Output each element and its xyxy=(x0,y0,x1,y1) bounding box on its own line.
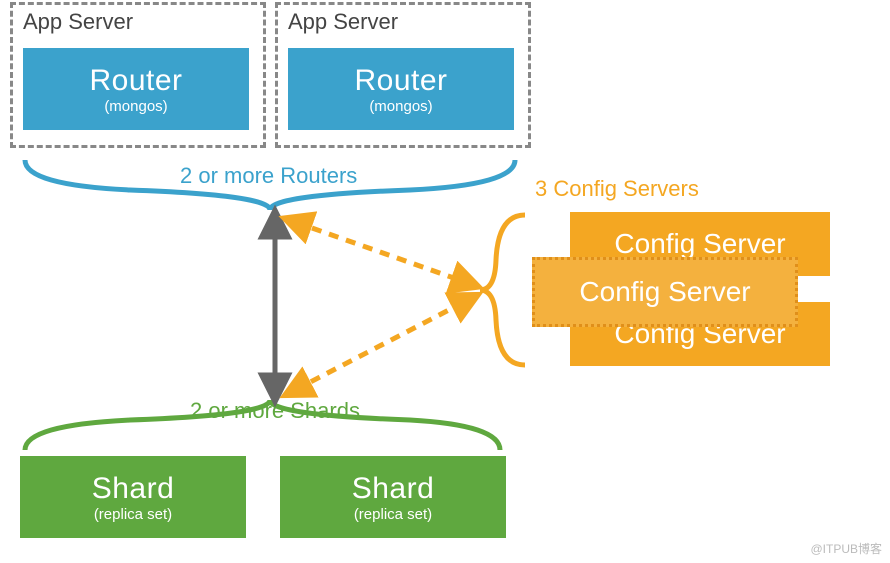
shard-title-2: Shard xyxy=(352,472,435,506)
arrow-router-config-icon xyxy=(295,222,468,283)
app-server-title-2: App Server xyxy=(288,9,518,35)
config-group-label: 3 Config Servers xyxy=(535,176,699,202)
shard-block-1: Shard (replica set) xyxy=(20,456,246,538)
shard-sub-1: (replica set) xyxy=(94,506,172,523)
routers-group-label: 2 or more Routers xyxy=(180,163,357,189)
router-title-2: Router xyxy=(354,64,447,98)
shard-title-1: Shard xyxy=(92,472,175,506)
router-sub-1: (mongos) xyxy=(104,98,167,115)
config-title-1: Config Server xyxy=(614,228,785,260)
arrow-shard-config-icon xyxy=(295,300,468,390)
shards-group-label: 2 or more Shards xyxy=(190,398,360,424)
brace-config-icon xyxy=(480,215,525,365)
watermark: @ITPUB博客 xyxy=(810,540,882,557)
router-sub-2: (mongos) xyxy=(369,98,432,115)
router-block-1: Router (mongos) xyxy=(23,48,249,130)
config-title-2: Config Server xyxy=(579,276,750,308)
router-block-2: Router (mongos) xyxy=(288,48,514,130)
shard-sub-2: (replica set) xyxy=(354,506,432,523)
shard-block-2: Shard (replica set) xyxy=(280,456,506,538)
router-title-1: Router xyxy=(89,64,182,98)
app-server-title-1: App Server xyxy=(23,9,253,35)
config-server-2: Config Server xyxy=(532,257,798,327)
